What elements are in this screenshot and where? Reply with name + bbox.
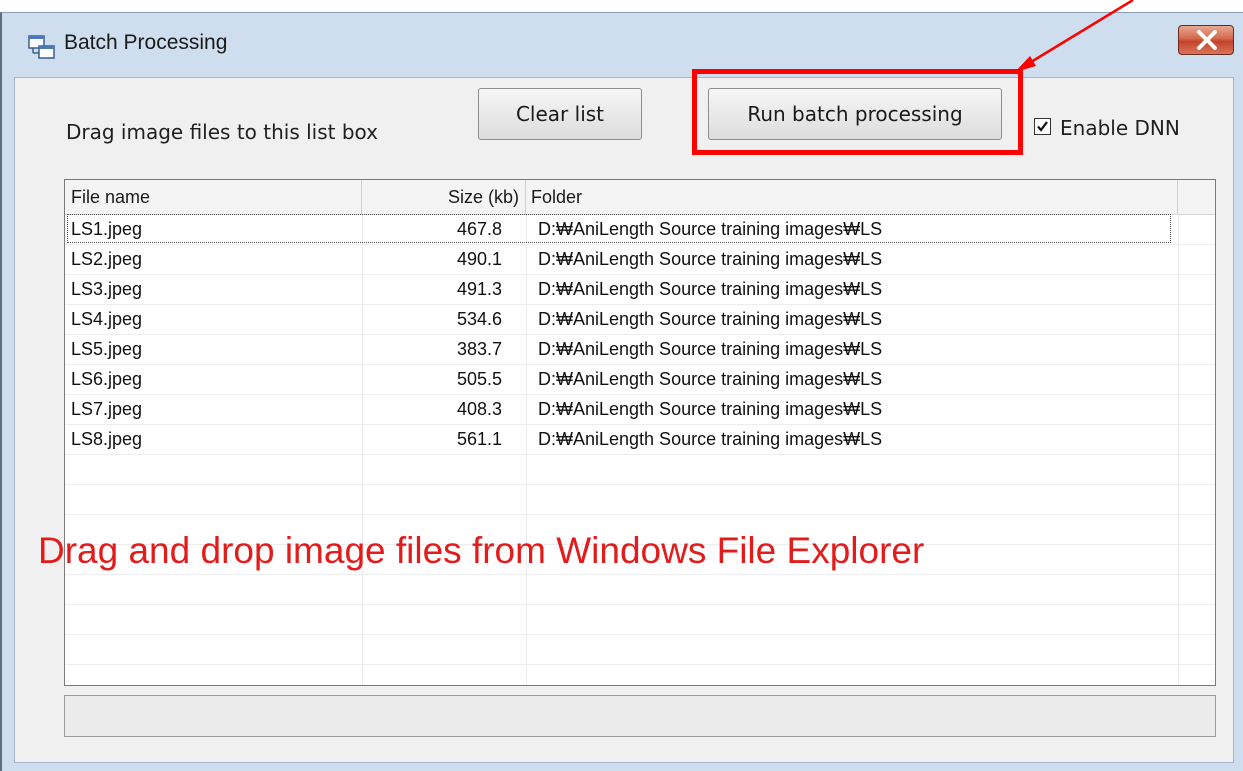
batch-windows-icon — [28, 35, 56, 61]
list-item[interactable]: LS5.jpeg 383.7 D:₩AniLength Source train… — [65, 334, 1215, 364]
file-name-cell: LS6.jpeg — [71, 369, 143, 389]
checkmark-icon — [1037, 121, 1048, 132]
file-name-cell: LS4.jpeg — [71, 309, 143, 329]
window-title: Batch Processing — [64, 31, 228, 54]
drag-hint-label: Drag image files to this list box — [66, 120, 378, 144]
list-header: File name Size (kb) Folder — [65, 180, 1215, 215]
list-item[interactable]: LS2.jpeg 490.1 D:₩AniLength Source train… — [65, 244, 1215, 274]
folder-cell: D:₩AniLength Source training images₩LS — [538, 429, 883, 449]
file-size-cell: 383.7 — [456, 339, 502, 359]
file-size-cell: 467.8 — [456, 219, 502, 239]
row-gridline — [65, 664, 1215, 665]
folder-cell: D:₩AniLength Source training images₩LS — [538, 369, 883, 389]
file-name-cell: LS7.jpeg — [71, 399, 143, 419]
column-header-filler — [1178, 180, 1215, 214]
folder-cell: D:₩AniLength Source training images₩LS — [538, 219, 883, 239]
file-name-cell: LS1.jpeg — [71, 219, 143, 239]
folder-cell: D:₩AniLength Source training images₩LS — [538, 339, 883, 359]
folder-cell: D:₩AniLength Source training images₩LS — [538, 399, 883, 419]
column-header-file-name[interactable]: File name — [65, 180, 362, 214]
file-size-cell: 561.1 — [456, 429, 502, 449]
list-item[interactable]: LS1.jpeg 467.8 D:₩AniLength Source train… — [65, 214, 1215, 244]
list-item[interactable]: LS7.jpeg 408.3 D:₩AniLength Source train… — [65, 394, 1215, 424]
row-gridline — [65, 604, 1215, 605]
list-item[interactable]: LS4.jpeg 534.6 D:₩AniLength Source train… — [65, 304, 1215, 334]
column-header-size[interactable]: Size (kb) — [362, 180, 526, 214]
folder-cell: D:₩AniLength Source training images₩LS — [538, 279, 883, 299]
file-name-cell: LS2.jpeg — [71, 249, 143, 269]
file-name-cell: LS5.jpeg — [71, 339, 143, 359]
dialog-client-area: Drag image files to this list box Clear … — [14, 69, 1234, 763]
folder-cell: D:₩AniLength Source training images₩LS — [538, 249, 883, 269]
drag-drop-annotation: Drag and drop image files from Windows F… — [38, 530, 925, 571]
list-item[interactable]: LS8.jpeg 561.1 D:₩AniLength Source train… — [65, 424, 1215, 454]
file-name-cell: LS3.jpeg — [71, 279, 143, 299]
file-size-cell: 491.3 — [456, 279, 502, 299]
row-gridline — [65, 454, 1215, 455]
row-gridline — [65, 514, 1215, 515]
clear-list-button[interactable]: Clear list — [478, 88, 642, 140]
close-x-icon — [1197, 30, 1217, 50]
progress-bar — [64, 695, 1216, 737]
batch-processing-window: Batch Processing Drag image files to thi… — [0, 12, 1243, 771]
run-button-highlight-box — [692, 69, 1023, 155]
folder-cell: D:₩AniLength Source training images₩LS — [538, 309, 883, 329]
enable-dnn-label[interactable]: Enable DNN — [1060, 116, 1180, 140]
row-gridline — [65, 634, 1215, 635]
title-bar[interactable]: Batch Processing — [2, 13, 1243, 79]
enable-dnn-checkbox[interactable] — [1034, 118, 1051, 135]
file-size-cell: 408.3 — [456, 399, 502, 419]
list-item[interactable]: LS3.jpeg 491.3 D:₩AniLength Source train… — [65, 274, 1215, 304]
file-size-cell: 505.5 — [456, 369, 502, 389]
column-header-folder[interactable]: Folder — [526, 180, 1178, 214]
row-gridline — [65, 574, 1215, 575]
file-list-box[interactable]: File name Size (kb) Folder LS1.jpeg 467.… — [64, 179, 1216, 686]
list-item[interactable]: LS6.jpeg 505.5 D:₩AniLength Source train… — [65, 364, 1215, 394]
file-name-cell: LS8.jpeg — [71, 429, 143, 449]
file-size-cell: 534.6 — [456, 309, 502, 329]
close-button[interactable] — [1178, 25, 1234, 55]
row-gridline — [65, 484, 1215, 485]
file-size-cell: 490.1 — [456, 249, 502, 269]
